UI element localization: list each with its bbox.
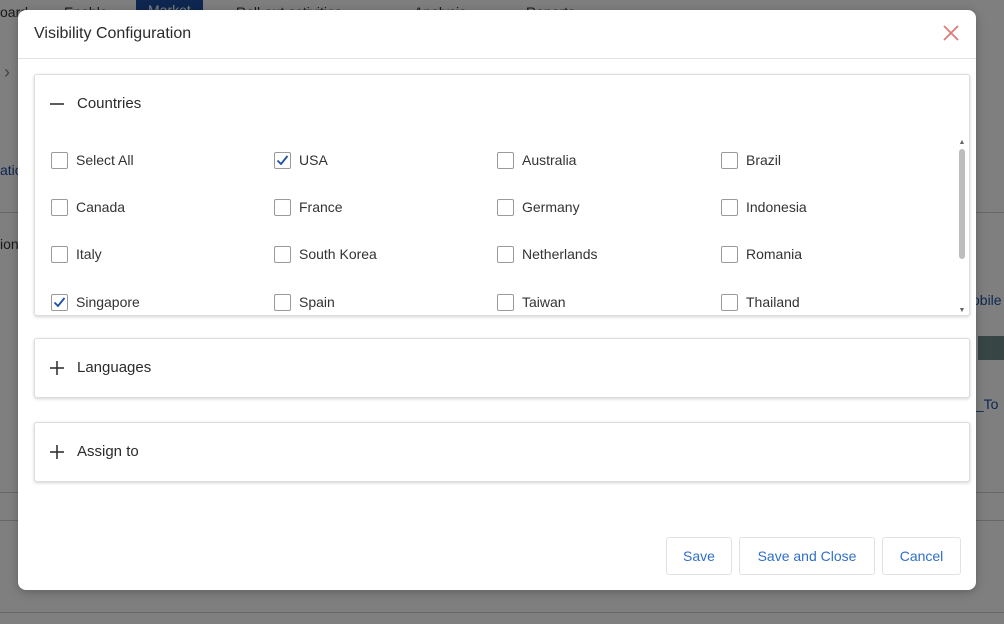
checkbox-unchecked[interactable] bbox=[497, 293, 514, 311]
country-checkbox-item[interactable]: Italy bbox=[51, 243, 102, 265]
countries-panel-title: Countries bbox=[77, 95, 142, 112]
country-checkbox-item[interactable]: Singapore bbox=[51, 291, 140, 313]
country-checkbox-item[interactable]: Canada bbox=[51, 196, 125, 218]
checkbox-unchecked[interactable] bbox=[51, 151, 68, 169]
country-label: Spain bbox=[299, 294, 335, 310]
checkbox-unchecked[interactable] bbox=[51, 198, 68, 216]
scroll-down-arrow-icon[interactable]: ▼ bbox=[957, 307, 967, 315]
checkbox-unchecked[interactable] bbox=[274, 293, 291, 311]
checkbox-checked[interactable] bbox=[274, 151, 291, 169]
country-checkbox-item[interactable]: Spain bbox=[274, 291, 335, 313]
country-checkbox-item[interactable]: Brazil bbox=[721, 149, 781, 171]
minus-icon bbox=[50, 103, 64, 105]
country-checkbox-item[interactable]: Netherlands bbox=[497, 243, 598, 265]
checkbox-unchecked[interactable] bbox=[721, 293, 738, 311]
country-checkbox-item[interactable]: Germany bbox=[497, 196, 580, 218]
checkmark-icon bbox=[276, 154, 289, 165]
close-button[interactable] bbox=[940, 22, 962, 44]
languages-panel-title: Languages bbox=[77, 359, 152, 376]
countries-panel: Countries Select All USA Australia Brazil Ca… bbox=[34, 74, 970, 316]
checkbox-unchecked[interactable] bbox=[497, 151, 514, 169]
country-label: Netherlands bbox=[522, 246, 598, 262]
country-checkbox-item[interactable]: South Korea bbox=[274, 243, 377, 265]
plus-icon bbox=[50, 445, 64, 459]
country-label: Brazil bbox=[746, 152, 782, 168]
countries-panel-header[interactable]: Countries bbox=[35, 75, 969, 133]
checkmark-icon bbox=[53, 296, 66, 307]
country-label: Singapore bbox=[76, 294, 140, 310]
checkbox-unchecked[interactable] bbox=[274, 245, 291, 263]
country-checkbox-item[interactable]: Romania bbox=[721, 243, 802, 265]
country-label: Germany bbox=[522, 199, 580, 215]
countries-list: Select All USA Australia Brazil Canada France… bbox=[35, 133, 969, 315]
checkbox-unchecked[interactable] bbox=[497, 245, 514, 263]
country-label: Select All bbox=[76, 152, 134, 168]
scroll-thumb[interactable] bbox=[959, 149, 965, 259]
languages-panel: Languages bbox=[34, 338, 970, 398]
country-checkbox-item[interactable]: USA bbox=[274, 149, 328, 171]
close-icon bbox=[943, 25, 959, 41]
countries-scrollbar[interactable]: ▲ ▼ bbox=[957, 139, 967, 315]
plus-icon bbox=[50, 361, 64, 375]
save-button[interactable]: Save bbox=[666, 537, 732, 575]
checkbox-unchecked[interactable] bbox=[721, 151, 738, 169]
scroll-up-arrow-icon[interactable]: ▲ bbox=[957, 139, 967, 147]
assign-to-panel-title: Assign to bbox=[77, 443, 139, 460]
save-and-close-button[interactable]: Save and Close bbox=[739, 537, 875, 575]
country-checkbox-item[interactable]: Taiwan bbox=[497, 291, 566, 313]
modal-title: Visibility Configuration bbox=[34, 25, 192, 42]
country-label: Thailand bbox=[746, 294, 800, 310]
checkbox-unchecked[interactable] bbox=[721, 198, 738, 216]
country-label: Taiwan bbox=[522, 294, 566, 310]
checkbox-unchecked[interactable] bbox=[497, 198, 514, 216]
country-label: Romania bbox=[746, 246, 803, 262]
country-label: France bbox=[299, 199, 343, 215]
country-label: USA bbox=[299, 152, 328, 168]
country-label: South Korea bbox=[299, 246, 377, 262]
country-checkbox-item[interactable]: France bbox=[274, 196, 343, 218]
country-label: Canada bbox=[76, 199, 126, 215]
country-label: Italy bbox=[76, 246, 102, 262]
checkbox-unchecked[interactable] bbox=[51, 245, 68, 263]
cancel-button[interactable]: Cancel bbox=[882, 537, 961, 575]
country-checkbox-item[interactable]: Indonesia bbox=[721, 196, 807, 218]
checkbox-checked[interactable] bbox=[51, 293, 68, 311]
modal-header: Visibility Configuration bbox=[18, 10, 976, 59]
assign-to-panel: Assign to bbox=[34, 422, 970, 482]
languages-panel-header[interactable]: Languages bbox=[35, 339, 969, 397]
checkbox-unchecked[interactable] bbox=[274, 198, 291, 216]
country-checkbox-item[interactable]: Australia bbox=[497, 149, 576, 171]
country-label: Indonesia bbox=[746, 199, 807, 215]
country-checkbox-item[interactable]: Thailand bbox=[721, 291, 800, 313]
visibility-configuration-modal: Visibility Configuration Countries Selec… bbox=[18, 10, 976, 590]
country-label: Australia bbox=[522, 152, 577, 168]
checkbox-unchecked[interactable] bbox=[721, 245, 738, 263]
country-checkbox-item[interactable]: Select All bbox=[51, 149, 134, 171]
assign-to-panel-header[interactable]: Assign to bbox=[35, 423, 969, 481]
